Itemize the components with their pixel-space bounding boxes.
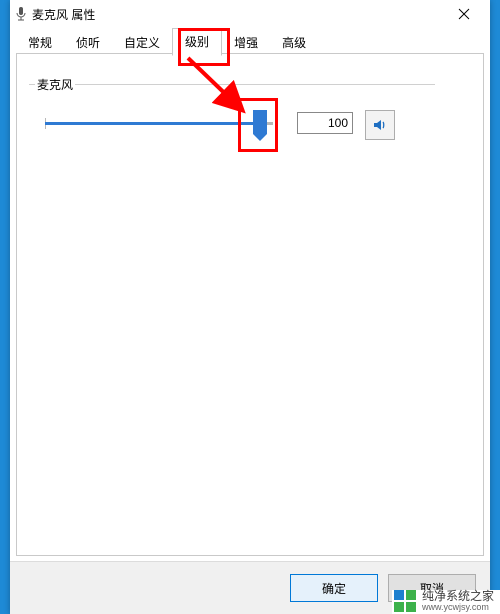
group-label: 麦克风: [35, 76, 75, 93]
close-icon: [458, 8, 470, 20]
watermark-logo-icon: [394, 590, 416, 612]
watermark-url: www.ycwjsy.com: [422, 602, 494, 612]
ok-button[interactable]: 确定: [290, 574, 378, 602]
speaker-icon: [372, 117, 388, 133]
watermark: 纯净系统之家 www.ycwjsy.com: [392, 590, 500, 614]
dialog-title: 麦克风 属性: [32, 6, 95, 23]
microphone-properties-dialog: 麦克风 属性 常规 侦听 自定义 级别 增强 高级 麦克风: [10, 0, 490, 614]
microphone-volume-group: 麦克风: [29, 84, 435, 154]
tab-levels[interactable]: 级别: [172, 28, 222, 56]
watermark-title: 纯净系统之家: [422, 590, 494, 602]
close-button[interactable]: [444, 0, 484, 28]
mute-button[interactable]: [365, 110, 395, 140]
slider-fill: [45, 122, 263, 125]
tab-strip: 常规 侦听 自定义 级别 增强 高级: [16, 29, 484, 55]
microphone-icon: [16, 7, 26, 21]
levels-panel: 麦克风: [16, 54, 484, 556]
titlebar: 麦克风 属性: [10, 0, 490, 29]
slider-thumb[interactable]: [253, 110, 267, 134]
tab-underline: [16, 53, 484, 54]
volume-value-input[interactable]: [297, 112, 353, 134]
volume-slider-row: [29, 98, 435, 154]
